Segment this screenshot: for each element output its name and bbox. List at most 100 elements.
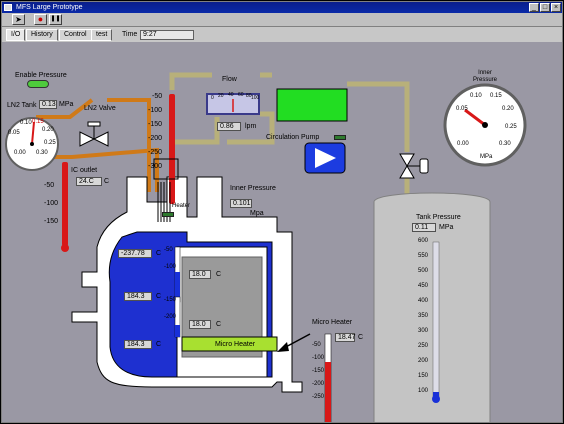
time-display: 9:27: [140, 30, 194, 40]
temp-unit: C: [156, 341, 162, 348]
tank-pressure-unit: MPa: [439, 224, 454, 231]
temp-readout: 184.3: [124, 292, 152, 301]
ln2-gauge-tick: 0.00: [14, 150, 26, 156]
tab-history[interactable]: History: [26, 29, 58, 41]
pump-tc-tick: -250: [148, 149, 163, 156]
side-tc-tick: -200: [164, 314, 177, 320]
flow-indicator-box: [276, 88, 348, 122]
flow-gauge-tick: 60: [238, 92, 244, 98]
time-label: Time: [122, 31, 138, 38]
tab-io[interactable]: I/O: [6, 29, 26, 41]
ln2-tank-label: LN2 Tank: [7, 102, 37, 109]
tank-pressure-tick: 100: [418, 388, 429, 394]
flow-gauge-tick: 0: [211, 95, 214, 101]
maximize-icon[interactable]: □: [540, 3, 550, 12]
micro-heater-tc-tick: -150: [312, 368, 325, 374]
ln2-gauge-tick: 0.25: [44, 140, 56, 146]
inner-gauge-tick: 0.25: [505, 124, 517, 130]
side-tc-tick: -150: [164, 297, 177, 303]
micro-heater-tc-value: 18.47: [335, 333, 356, 342]
enable-pressure-label: Enable Pressure: [15, 72, 67, 79]
gas-valve-icon[interactable]: [399, 153, 429, 179]
title-bar: MFS Large Prototype _ □ ×: [2, 2, 562, 13]
tab-control[interactable]: Control: [59, 29, 92, 41]
inner-pressure-unit: Mpa: [250, 210, 264, 217]
abort-stop-icon[interactable]: ●: [34, 14, 47, 25]
tank-pressure-tick: 250: [418, 343, 429, 349]
ln2-valve-label: LN2 Valve: [84, 105, 116, 112]
temp-unit: C: [156, 293, 162, 300]
ln2-valve-icon[interactable]: [79, 121, 109, 147]
tank-pressure-tick: 600: [418, 238, 429, 244]
ln2-tank-unit: MPa: [59, 101, 74, 108]
side-thermometer-1: [174, 246, 181, 303]
process-diagram: [5, 72, 527, 422]
inner-gauge-unit: MPa: [480, 154, 493, 160]
inner-gauge-tick: 0.05: [456, 106, 468, 112]
inner-gauge-label: Inner Pressure: [472, 70, 497, 83]
micro-heater-tc-label: Micro Heater: [312, 319, 353, 326]
ln2-gauge-tick: 0.15: [32, 119, 44, 125]
micro-heater-thermometer: [324, 333, 332, 422]
inner-gauge-tick: 0.00: [457, 141, 469, 147]
tab-bar: I/O History Control test Time 9:27: [2, 28, 562, 42]
pause-icon[interactable]: ❚❚: [49, 14, 62, 25]
ln2-tank-value: 0.13: [39, 100, 57, 109]
tank-pressure-tick: 500: [418, 268, 429, 274]
inner-gauge-tick: 0.20: [502, 106, 514, 112]
tank-pressure-label: Tank Pressure: [416, 214, 461, 221]
ic-outlet-unit: C: [104, 178, 110, 185]
temp-unit: C: [216, 321, 222, 328]
pump-tc-tick: -300: [148, 163, 163, 170]
tank-pressure-tick: 550: [418, 253, 429, 259]
pump-tc-tick: -50: [152, 93, 163, 100]
side-tc-tick: -50: [164, 247, 173, 253]
ic-outlet-tick: -50: [44, 182, 55, 189]
flow-unit: lpm: [245, 123, 257, 130]
ic-outlet-tick: -100: [44, 200, 59, 207]
inner-pressure-value: 0.101: [230, 199, 252, 208]
micro-heater-tc-unit: C: [358, 334, 364, 341]
toolbar: ➤ ● ❚❚: [2, 13, 562, 27]
ic-outlet-tick: -150: [44, 218, 59, 225]
window-title: MFS Large Prototype: [16, 4, 83, 11]
heater-led[interactable]: [162, 212, 174, 217]
front-panel: Enable Pressure LN2 Tank 0.13 MPa 0.05 0…: [2, 42, 562, 422]
tab-test[interactable]: test: [91, 29, 113, 41]
ic-outlet-thermometer: [61, 162, 69, 252]
tank-pressure-tick: 400: [418, 298, 429, 304]
circulation-pump-led[interactable]: [334, 135, 346, 140]
heater-label: Heater: [172, 203, 191, 209]
labview-app-icon: [4, 4, 12, 11]
inner-gauge-tick: 0.15: [490, 93, 502, 99]
flow-gauge-tick: 20: [218, 93, 224, 99]
run-arrow-icon[interactable]: ➤: [12, 14, 25, 25]
ln2-gauge-tick: 0.20: [42, 127, 54, 133]
tank-pressure-tick: 350: [418, 313, 429, 319]
pump-tc-tick: -200: [148, 135, 163, 142]
temp-unit: C: [156, 250, 162, 257]
app-window: MFS Large Prototype _ □ × ➤ ● ❚❚ I/O His…: [1, 1, 563, 423]
side-tc-tick: -100: [164, 264, 177, 270]
inner-pressure-label: Inner Pressure: [230, 185, 276, 192]
micro-heater-tc-tick: -50: [312, 342, 321, 348]
flow-gauge-tick: 40: [228, 92, 234, 98]
ln2-gauge-tick: 0.10: [20, 120, 32, 126]
tank-pressure-tick: 200: [418, 358, 429, 364]
tank-pressure-value: 0.11: [412, 223, 436, 232]
micro-heater-tc-tick: -250: [312, 394, 325, 400]
circulation-pump-label: Circulation Pump: [266, 134, 320, 141]
minimize-icon[interactable]: _: [529, 3, 539, 12]
temp-unit: C: [216, 271, 222, 278]
flow-gauge-tick: 100: [251, 95, 260, 101]
close-icon[interactable]: ×: [551, 3, 561, 12]
ln2-gauge-tick: 0.30: [36, 150, 48, 156]
enable-pressure-toggle[interactable]: [27, 80, 49, 88]
micro-heater-tc-tick: -200: [312, 381, 325, 387]
inner-gauge-tick: 0.10: [470, 93, 482, 99]
tank-pressure-tick: 300: [418, 328, 429, 334]
tank-pressure-tick: 450: [418, 283, 429, 289]
temp-readout: 18.0: [189, 320, 211, 329]
pump-tc-tick: -150: [148, 121, 163, 128]
pump-tc-tick: -100: [148, 107, 163, 114]
